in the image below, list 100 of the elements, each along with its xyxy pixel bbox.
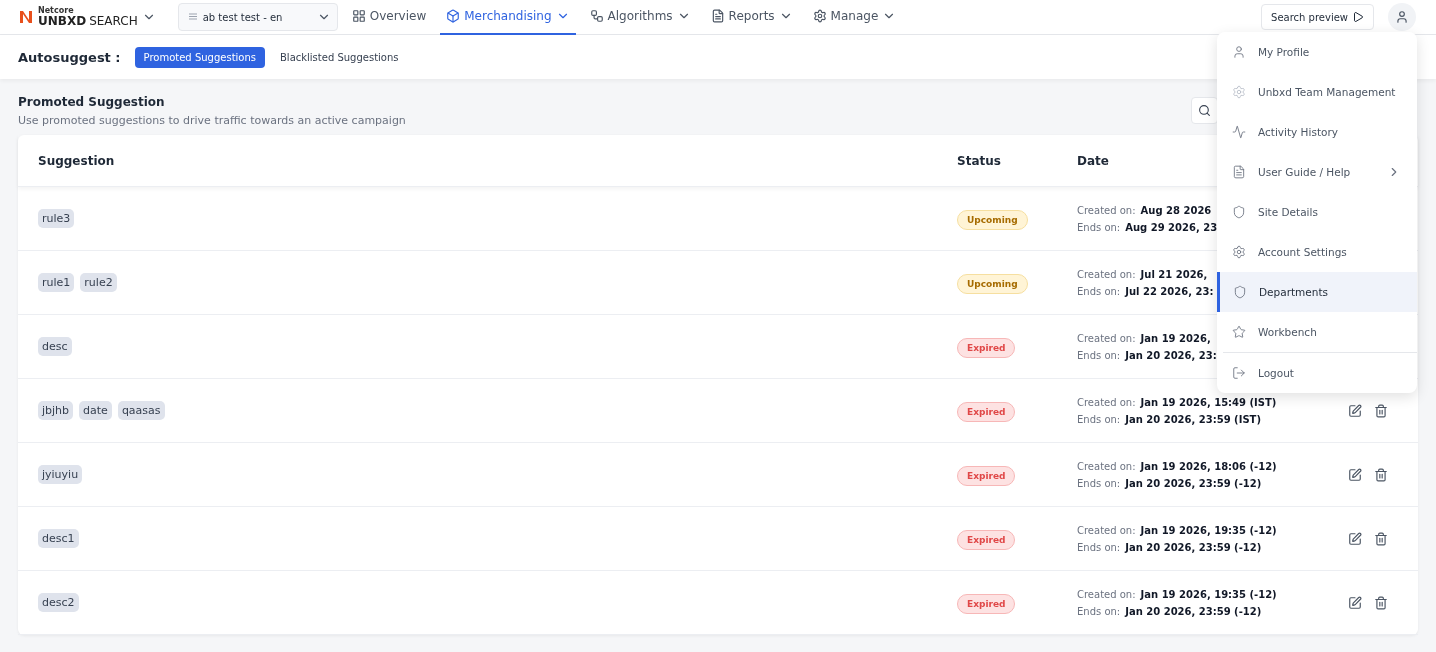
logo-icon (18, 9, 34, 25)
date-value: Jan 19 2026, 19:35 (-12) (1140, 588, 1277, 600)
menu-item[interactable]: Activity History (1217, 112, 1417, 152)
suggestion-tag: rule2 (80, 273, 117, 292)
date-label: Ends on: (1077, 285, 1121, 297)
settings-icon (812, 9, 827, 23)
date-value: Jan 19 2026, 15:49 (IST) (1140, 396, 1277, 408)
status-badge: Upcoming (957, 273, 1028, 294)
date-value: Aug 28 2026 (1140, 204, 1212, 216)
date-value: Aug 29 2026, 23 (1125, 221, 1218, 233)
delete-button[interactable] (1374, 531, 1388, 546)
menu-item[interactable]: Unbxd Team Management (1217, 72, 1417, 112)
list-icon (188, 13, 197, 20)
brand-tagline: Netcore (38, 7, 75, 15)
brand-name: UNBXD (38, 15, 87, 27)
suggestion-tag: jyiuyiu (38, 465, 83, 484)
star-icon (1232, 325, 1246, 339)
delete-button[interactable] (1374, 595, 1388, 610)
column-header: Status (957, 153, 1002, 168)
user-icon (1395, 10, 1409, 24)
date-value: Jan 20 2026, 23:59 (-12) (1125, 605, 1262, 617)
delete-button[interactable] (1374, 403, 1388, 418)
document-icon (1232, 165, 1246, 179)
shield-icon (1232, 205, 1246, 219)
nav-tab[interactable]: Algorithms (583, 0, 697, 35)
date-label: Created on: (1077, 524, 1136, 536)
menu-item[interactable]: User Guide / Help (1217, 152, 1417, 192)
document-icon (710, 9, 725, 23)
menu-item[interactable]: Workbench (1217, 312, 1417, 352)
search-button[interactable] (1191, 97, 1218, 124)
search-icon (1198, 104, 1211, 117)
logout-icon (1232, 366, 1246, 380)
date-label: Created on: (1077, 204, 1136, 216)
suggestion-tag: rule1 (38, 273, 75, 292)
nav-tab[interactable]: Reports (704, 0, 799, 35)
suggestion-tag: jbjhb (38, 401, 74, 420)
date-value: Jan 19 2026, (1140, 332, 1211, 344)
play-icon (1352, 11, 1364, 23)
status-badge: Expired (957, 337, 1016, 358)
nodes-icon (589, 9, 604, 23)
suggestion-tag: desc (38, 337, 72, 356)
status-badge: Expired (957, 401, 1016, 422)
date-value: Jan 19 2026, 19:35 (-12) (1140, 524, 1277, 536)
status-badge: Upcoming (957, 209, 1028, 230)
suggestion-tag: desc2 (38, 593, 79, 612)
date-label: Ends on: (1077, 413, 1121, 425)
edit-button[interactable] (1348, 467, 1362, 482)
nav-tab[interactable]: Overview (345, 0, 433, 35)
date-label: Created on: (1077, 588, 1136, 600)
date-value: Jan 20 2026, 23:59 (-12) (1125, 541, 1262, 553)
user-icon (1232, 45, 1246, 59)
date-value: Jan 19 2026, 18:06 (-12) (1140, 460, 1277, 472)
column-header: Suggestion (38, 153, 116, 168)
delete-button[interactable] (1374, 467, 1388, 482)
date-value: Jul 21 2026, (1140, 268, 1208, 280)
menu-item[interactable]: Logout (1217, 353, 1417, 393)
edit-button[interactable] (1348, 531, 1362, 546)
suggestion-tag: desc1 (38, 529, 79, 548)
date-value: Jul 22 2026, 23: (1125, 285, 1214, 297)
date-label: Ends on: (1077, 605, 1121, 617)
user-avatar-button[interactable] (1388, 3, 1416, 31)
site-selector[interactable]: ab test test - en (177, 3, 338, 31)
date-label: Created on: (1077, 268, 1136, 280)
menu-item[interactable]: Account Settings (1217, 232, 1417, 272)
suggestion-tag: date (79, 401, 112, 420)
date-value: Jan 20 2026, 23:59 (-12) (1125, 477, 1262, 489)
date-label: Created on: (1077, 460, 1136, 472)
product-name: SEARCH (89, 15, 138, 27)
status-badge: Expired (957, 465, 1016, 486)
nav-tab[interactable]: Manage (806, 0, 903, 35)
date-value: Jan 20 2026, 23: (1125, 349, 1217, 361)
status-badge: Expired (957, 593, 1016, 614)
edit-button[interactable] (1348, 403, 1362, 418)
menu-item[interactable]: Departments (1217, 272, 1417, 312)
status-badge: Expired (957, 529, 1016, 550)
sub-tab[interactable]: Blacklisted Suggestions (271, 46, 408, 68)
date-label: Ends on: (1077, 541, 1121, 553)
search-preview-button[interactable]: Search preview (1261, 4, 1374, 30)
date-value: Jan 20 2026, 23:59 (IST) (1125, 413, 1261, 425)
settings-icon (1232, 85, 1246, 99)
autosuggest-label: Autosuggest : (18, 49, 121, 65)
suggestion-tag: qaasas (117, 401, 165, 420)
activity-icon (1232, 125, 1246, 139)
date-label: Ends on: (1077, 349, 1121, 361)
edit-button[interactable] (1348, 595, 1362, 610)
cube-icon (446, 9, 461, 23)
date-label: Created on: (1077, 396, 1136, 408)
section-subtitle: Use promoted suggestions to drive traffic towards an active campaign (18, 114, 406, 127)
shield-icon (1233, 285, 1247, 299)
grid-icon (351, 9, 366, 23)
column-header: Date (1077, 153, 1110, 168)
suggestion-tag: rule3 (38, 209, 75, 228)
section-title: Promoted Suggestion (18, 95, 166, 109)
date-label: Ends on: (1077, 477, 1121, 489)
sub-tab[interactable]: Promoted Suggestions (134, 46, 265, 68)
date-label: Created on: (1077, 332, 1136, 344)
date-label: Ends on: (1077, 221, 1121, 233)
menu-item[interactable]: My Profile (1217, 32, 1417, 72)
menu-item[interactable]: Site Details (1217, 192, 1417, 232)
settings-icon (1232, 245, 1246, 259)
